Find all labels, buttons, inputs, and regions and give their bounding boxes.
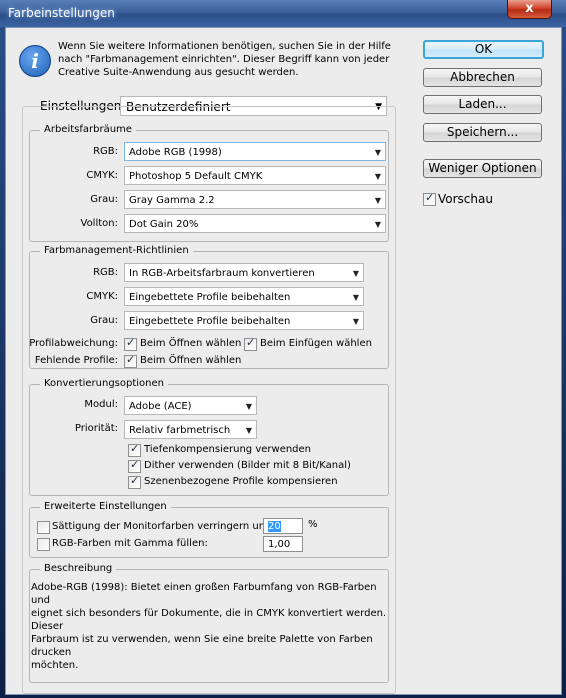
description-title: Beschreibung: [40, 563, 117, 574]
description-line-3: Farbraum ist zu verwenden, wenn Sie eine…: [31, 634, 373, 658]
engine-value: Adobe (ACE): [129, 401, 192, 412]
conversion-title: Konvertierungsoptionen: [40, 378, 169, 389]
mismatch-paste-checkbox[interactable]: [244, 336, 257, 351]
pol-gray-value: Eingebettete Profile beibehalten: [129, 316, 291, 327]
advanced-title: Erweiterte Einstellungen: [40, 501, 171, 512]
chevron-down-icon: ▼: [352, 317, 359, 326]
close-icon: x: [525, 1, 534, 16]
title-bar[interactable]: Farbeinstellungen x: [0, 0, 566, 27]
description-line-2: eignet sich besonders für Dokumente, die…: [31, 608, 387, 632]
missing-open-checkbox[interactable]: [124, 353, 137, 368]
scene-checkbox[interactable]: [128, 474, 141, 489]
chevron-down-icon: ▼: [374, 148, 381, 157]
pol-cmyk-label: CMYK:: [86, 291, 118, 302]
ws-rgb-value: Adobe RGB (1998): [129, 147, 222, 158]
dialog-window: Farbeinstellungen x i Wenn Sie weitere I…: [0, 0, 566, 698]
ws-gray-label: Grau:: [90, 194, 118, 205]
pol-rgb-label: RGB:: [93, 267, 118, 278]
ws-rgb-label: RGB:: [93, 146, 118, 157]
ws-cmyk-value: Photoshop 5 Default CMYK: [129, 171, 263, 182]
missing-label: Fehlende Profile:: [34, 355, 118, 366]
ws-cmyk-select[interactable]: Photoshop 5 Default CMYK ▼: [124, 166, 386, 185]
dialog-body: i Wenn Sie weitere Informationen benötig…: [5, 27, 562, 695]
ws-gray-select[interactable]: Gray Gamma 2.2 ▼: [124, 190, 386, 209]
mismatch-open-checkbox[interactable]: [124, 336, 137, 351]
chevron-down-icon: ▼: [374, 172, 381, 181]
bpc-label: Tiefenkompensierung verwenden: [144, 444, 312, 455]
workspaces-title: Arbeitsfarbräume: [40, 124, 136, 135]
pol-cmyk-value: Eingebettete Profile beibehalten: [129, 292, 291, 303]
description-line-1: Adobe-RGB (1998): Bietet einen großen Fa…: [31, 582, 377, 606]
chevron-down-icon: ▼: [352, 269, 359, 278]
ws-cmyk-label: CMYK:: [86, 170, 118, 181]
engine-select[interactable]: Adobe (ACE) ▼: [124, 396, 257, 415]
blend-checkbox[interactable]: [37, 538, 50, 551]
ws-spot-select[interactable]: Dot Gain 20% ▼: [124, 214, 386, 233]
save-button[interactable]: Speichern...: [423, 123, 542, 142]
ok-button[interactable]: OK: [423, 40, 544, 59]
pol-rgb-value: In RGB-Arbeitsfarbraum konvertieren: [129, 268, 315, 279]
desaturate-checkbox[interactable]: [37, 521, 50, 534]
intro-text: Wenn Sie weitere Informationen benötigen…: [58, 40, 398, 79]
chevron-down-icon: ▼: [374, 196, 381, 205]
blend-input[interactable]: 1,00: [263, 536, 303, 552]
intro-line-1: Wenn Sie weitere Informationen benötigen…: [58, 41, 391, 52]
scene-label: Szenenbezogene Profile kompensieren: [144, 476, 338, 487]
chevron-down-icon: ▼: [374, 220, 381, 229]
ws-gray-value: Gray Gamma 2.2: [129, 195, 215, 206]
preview-label: Vorschau: [438, 192, 493, 206]
desaturate-label: Sättigung der Monitorfarben verringern u…: [52, 521, 272, 532]
chevron-down-icon: ▼: [352, 293, 359, 302]
ws-spot-label: Vollton:: [80, 218, 119, 229]
engine-label: Modul:: [84, 399, 118, 410]
missing-open-label: Beim Öffnen wählen: [140, 355, 242, 366]
dither-label: Dither verwenden (Bilder mit 8 Bit/Kanal…: [144, 460, 351, 471]
desaturate-unit: %: [308, 519, 318, 530]
policies-title: Farbmanagement-Richtlinien: [40, 245, 193, 256]
advanced-group: [29, 507, 389, 558]
intro-line-2: nach "Farbmanagement einrichten". Dieser…: [58, 54, 390, 65]
fewer-options-button[interactable]: Weniger Optionen: [423, 159, 542, 178]
ws-rgb-select[interactable]: Adobe RGB (1998) ▼: [124, 142, 386, 161]
intent-value: Relativ farbmetrisch: [129, 425, 231, 436]
desaturate-input[interactable]: 20: [263, 518, 303, 534]
close-button[interactable]: x: [507, 0, 552, 19]
desaturate-value: 20: [268, 521, 281, 532]
pol-gray-select[interactable]: Eingebettete Profile beibehalten ▼: [124, 311, 364, 330]
intent-select[interactable]: Relativ farbmetrisch ▼: [124, 420, 257, 439]
description-line-4: möchten.: [31, 660, 79, 671]
blend-value: 1,00: [268, 539, 291, 550]
pol-gray-label: Grau:: [90, 315, 118, 326]
chevron-down-icon: ▼: [245, 426, 252, 435]
blend-label: RGB-Farben mit Gamma füllen:: [52, 538, 208, 549]
chevron-down-icon: ▼: [245, 402, 252, 411]
mismatch-label: Profilabweichung:: [29, 338, 118, 349]
cancel-button[interactable]: Abbrechen: [423, 68, 542, 87]
mismatch-open-label: Beim Öffnen wählen: [140, 338, 242, 349]
bpc-checkbox[interactable]: [128, 442, 141, 457]
ws-spot-value: Dot Gain 20%: [129, 219, 199, 230]
load-button[interactable]: Laden...: [423, 95, 542, 114]
preview-checkbox[interactable]: [423, 191, 436, 206]
pol-rgb-select[interactable]: In RGB-Arbeitsfarbraum konvertieren ▼: [124, 263, 364, 282]
intro-line-3: Creative Suite-Anwendung aus gesucht wer…: [58, 67, 299, 78]
intent-label: Priorität:: [74, 423, 118, 434]
window-title: Farbeinstellungen: [8, 6, 115, 20]
info-icon: i: [19, 45, 51, 77]
mismatch-paste-label: Beim Einfügen wählen: [260, 338, 372, 349]
dither-checkbox[interactable]: [128, 458, 141, 473]
pol-cmyk-select[interactable]: Eingebettete Profile beibehalten ▼: [124, 287, 364, 306]
description-text: Adobe-RGB (1998): Bietet einen großen Fa…: [31, 581, 396, 672]
